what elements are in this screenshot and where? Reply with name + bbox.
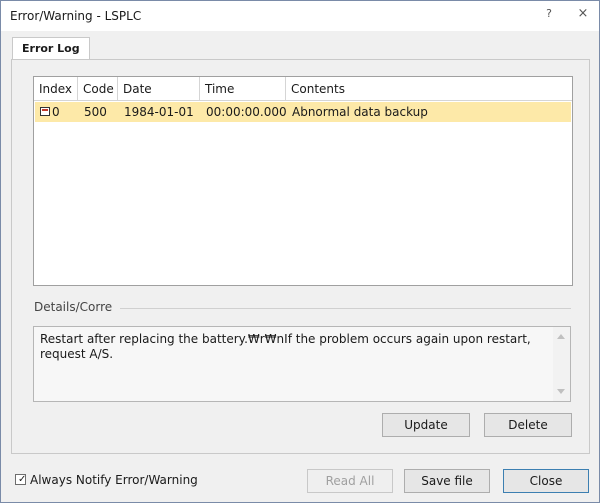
section-divider [115, 308, 571, 309]
column-header-time[interactable]: Time [200, 77, 286, 101]
cell-time: 00:00:00.000 [206, 105, 287, 119]
save-file-button[interactable]: Save file [404, 469, 490, 493]
cell-code: 500 [84, 105, 107, 119]
window-title: Error/Warning - LSPLC [10, 9, 142, 23]
details-box[interactable]: Restart after replacing the battery.₩r₩n… [33, 326, 571, 402]
read-all-button-label: Read All [325, 474, 375, 488]
column-header-code[interactable]: Code [78, 77, 118, 101]
cell-date: 1984-01-01 [124, 105, 194, 119]
cell-index: 0 [52, 105, 60, 119]
error-entry-icon [40, 107, 50, 116]
close-button-label: Close [529, 474, 563, 488]
tab-strip: Error Log [1, 31, 599, 60]
read-all-button[interactable]: Read All [307, 469, 393, 493]
error-list[interactable]: Index Code Date Time Contents 0 500 1984… [33, 76, 573, 286]
delete-button[interactable]: Delete [484, 413, 572, 437]
tab-error-log[interactable]: Error Log [12, 37, 90, 60]
scroll-down-icon[interactable] [557, 389, 565, 394]
title-bar: Error/Warning - LSPLC ? × [1, 1, 599, 31]
update-button[interactable]: Update [382, 413, 470, 437]
update-button-label: Update [404, 418, 448, 432]
scroll-up-icon[interactable] [557, 334, 565, 339]
details-label: Details/Corre [34, 300, 121, 314]
error-warning-window: Error/Warning - LSPLC ? × Error Log Inde… [0, 0, 600, 503]
close-icon[interactable]: × [575, 6, 591, 22]
details-scrollbar[interactable] [553, 327, 570, 401]
check-icon: ✓ [18, 474, 27, 485]
column-header-contents[interactable]: Contents [286, 77, 572, 101]
help-icon[interactable]: ? [541, 7, 557, 23]
checkbox-box[interactable]: ✓ [15, 474, 26, 485]
column-header-index[interactable]: Index [34, 77, 78, 101]
always-notify-label: Always Notify Error/Warning [30, 473, 198, 487]
delete-button-label: Delete [508, 418, 548, 432]
column-header-date[interactable]: Date [118, 77, 200, 101]
table-row[interactable]: 0 500 1984-01-01 00:00:00.000 Abnormal d… [35, 102, 571, 122]
cell-contents: Abnormal data backup [292, 105, 428, 119]
details-text: Restart after replacing the battery.₩r₩n… [40, 332, 531, 361]
close-button[interactable]: Close [503, 469, 589, 493]
save-file-button-label: Save file [421, 474, 473, 488]
error-log-panel: Index Code Date Time Contents 0 500 1984… [11, 59, 590, 454]
